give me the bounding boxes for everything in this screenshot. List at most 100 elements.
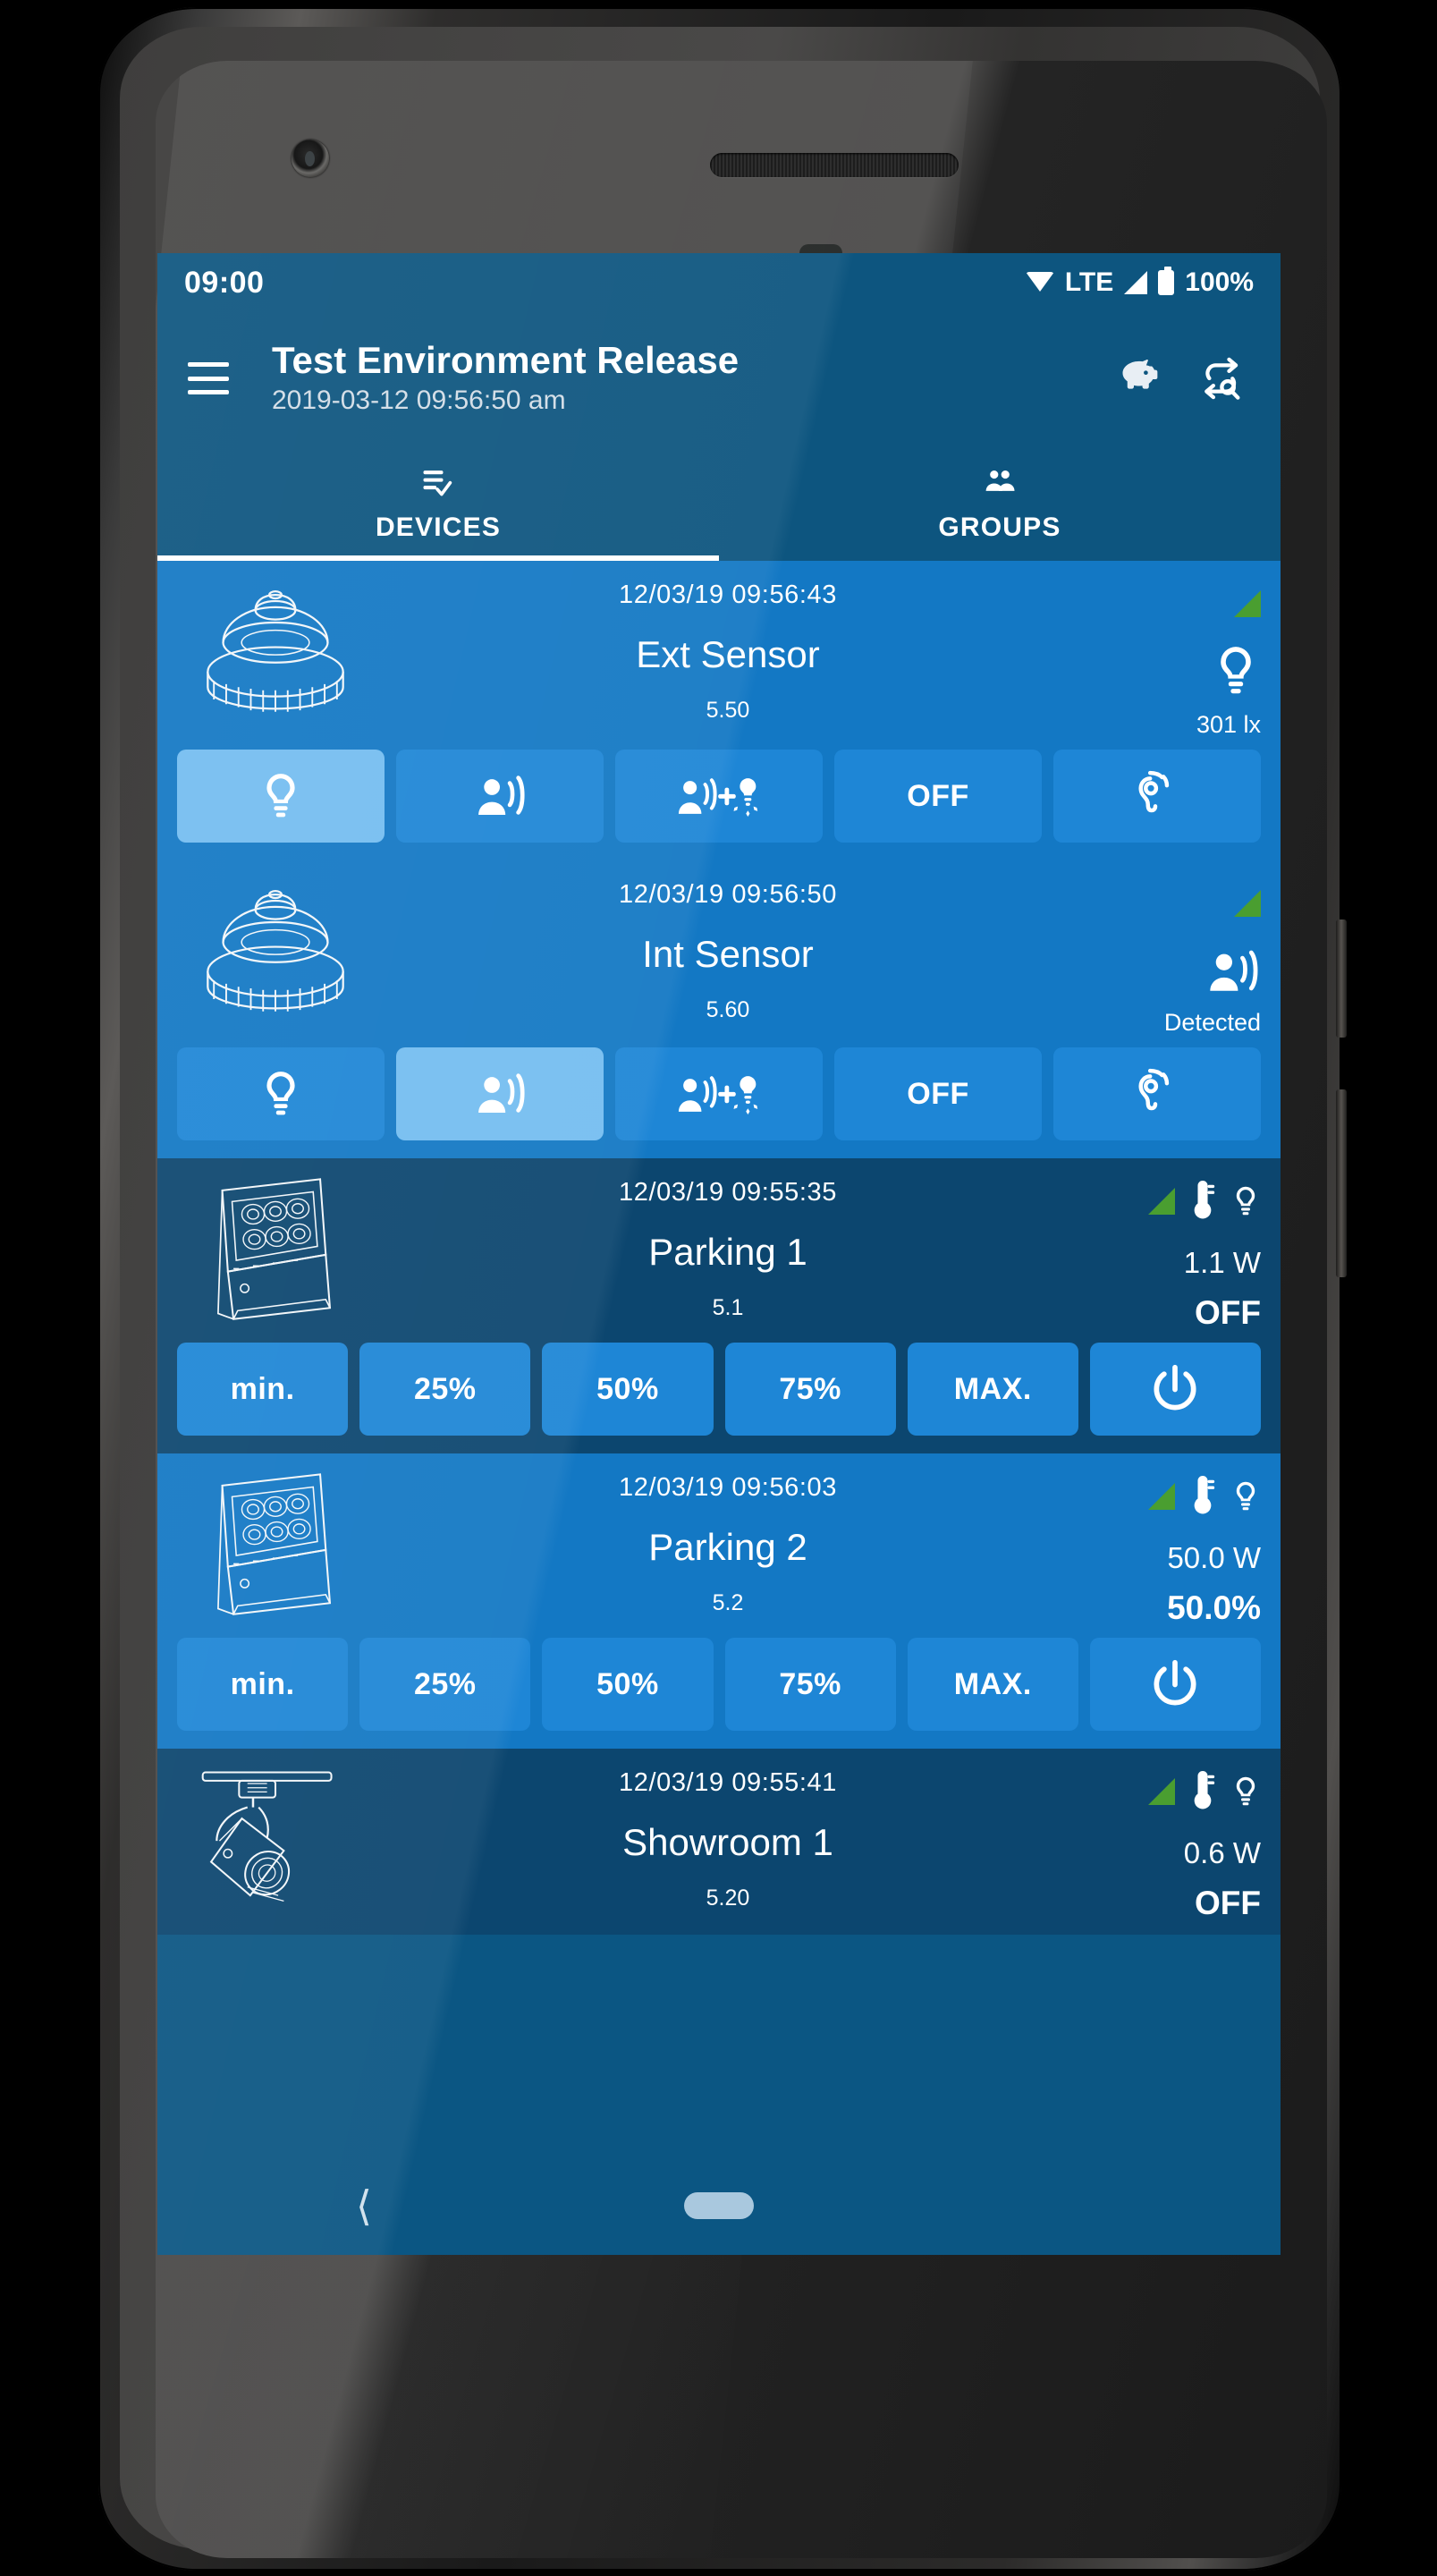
dimmer-buttons: min. 25% 50% 75% MAX. (157, 1332, 1281, 1441)
status-icons (1148, 1765, 1261, 1818)
mode-motion-button[interactable] (396, 750, 604, 843)
dim-75-button[interactable]: 75% (724, 1343, 896, 1436)
motion-detect-icon (478, 775, 525, 816)
power-value: 1.1 W (1183, 1246, 1261, 1279)
system-navigation-bar: ⟨ (157, 2157, 1281, 2255)
power-value: 0.6 W (1183, 1836, 1261, 1869)
app-bar: Test Environment Release 2019-03-12 09:5… (157, 312, 1281, 445)
dim-50-button[interactable]: 50% (542, 1343, 714, 1436)
device-timestamp: 12/03/19 09:55:35 (618, 1178, 838, 1207)
dimmer-buttons: min. 25% 50% 75% MAX. (157, 1627, 1281, 1736)
device-name: Showroom 1 (622, 1821, 833, 1863)
dim-max-button[interactable]: MAX. (907, 1638, 1078, 1731)
wifi-icon (1025, 272, 1054, 293)
dim-max-label: MAX. (953, 1371, 1032, 1406)
dim-min-button[interactable]: min. (177, 1343, 349, 1436)
network-type-label: LTE (1064, 267, 1114, 297)
device-list: 12/03/19 09:56:43 Ext Sensor 5.50 301 lx (157, 561, 1281, 1935)
dim-25-button[interactable]: 25% (359, 1638, 531, 1731)
battery-icon (1158, 267, 1175, 295)
device-card-parking-2[interactable]: 12/03/19 09:56:03 Parking 2 5.2 50.0 W 5… (157, 1453, 1281, 1749)
signal-bars-icon (1148, 1778, 1175, 1805)
tab-groups[interactable]: GROUPS (719, 445, 1281, 561)
lightbulb-icon (1221, 647, 1251, 694)
tab-bar: DEVICES GROUPS (157, 445, 1281, 561)
motion-plus-light-icon (678, 778, 758, 817)
power-button[interactable] (1336, 919, 1347, 1038)
level-value: OFF (1195, 1885, 1261, 1921)
sensor-reading: Detected (1163, 1009, 1261, 1036)
card-header: 12/03/19 09:55:35 Parking 1 5.1 1.1 W OF… (157, 1158, 1281, 1332)
refresh-search-icon[interactable] (1191, 349, 1250, 408)
mode-light-button[interactable] (177, 750, 385, 843)
power-icon (1154, 1364, 1196, 1411)
listen-ear-icon (1138, 770, 1170, 813)
status-icons (1148, 1174, 1261, 1228)
dim-50-button[interactable]: 50% (542, 1638, 714, 1731)
status-time: 09:00 (184, 265, 265, 300)
card-status: 1.1 W OFF (1082, 1171, 1261, 1332)
device-address: 5.50 (706, 698, 750, 723)
hamburger-menu-icon[interactable] (188, 362, 229, 394)
motion-detect-icon (1210, 950, 1258, 991)
device-address: 5.1 (712, 1295, 744, 1320)
device-address: 5.2 (712, 1590, 744, 1615)
card-info: 12/03/19 09:56:03 Parking 2 5.2 (374, 1466, 1082, 1616)
dim-75-label: 75% (779, 1666, 841, 1701)
card-status: 50.0 W 50.0% (1082, 1466, 1261, 1627)
device-card-parking-1[interactable]: 12/03/19 09:55:35 Parking 1 5.1 1.1 W OF… (157, 1158, 1281, 1453)
tab-devices[interactable]: DEVICES (157, 445, 719, 561)
mode-light-button[interactable] (177, 1047, 385, 1140)
home-pill-icon[interactable] (684, 2192, 754, 2219)
status-icons (1234, 877, 1261, 930)
level-value: 50.0% (1167, 1589, 1261, 1626)
app-bar-titles: Test Environment Release 2019-03-12 09:5… (272, 339, 1086, 418)
volume-button[interactable] (1336, 1089, 1347, 1277)
card-status: Detected (1082, 873, 1261, 1037)
earpiece-speaker-icon (710, 153, 959, 177)
device-name: Int Sensor (642, 933, 814, 975)
device-card-int-sensor[interactable]: 12/03/19 09:56:50 Int Sensor 5.60 Detect… (157, 860, 1281, 1158)
device-timestamp: 12/03/19 09:56:03 (618, 1473, 838, 1502)
device-card-ext-sensor[interactable]: 12/03/19 09:56:43 Ext Sensor 5.50 301 lx (157, 561, 1281, 860)
mode-off-button[interactable]: OFF (834, 1047, 1042, 1140)
device-address: 5.20 (706, 1885, 750, 1911)
card-header: 12/03/19 09:55:41 Showroom 1 5.20 0.6 W … (157, 1749, 1281, 1922)
lightbulb-icon (266, 774, 295, 818)
card-header: 12/03/19 09:56:43 Ext Sensor 5.50 301 lx (157, 561, 1281, 739)
device-card-showroom-1[interactable]: 12/03/19 09:55:41 Showroom 1 5.20 0.6 W … (157, 1749, 1281, 1935)
signal-icon (1124, 271, 1148, 294)
power-toggle-button[interactable] (1089, 1343, 1262, 1436)
list-check-icon (423, 470, 452, 496)
motion-detect-icon (478, 1073, 525, 1114)
mode-listen-button[interactable] (1053, 750, 1261, 843)
dim-25-label: 25% (413, 1371, 477, 1406)
power-toggle-button[interactable] (1089, 1638, 1262, 1731)
motion-plus-light-icon (678, 1076, 758, 1114)
back-chevron-icon[interactable]: ⟨ (356, 2185, 372, 2226)
card-status: 301 lx (1082, 573, 1261, 739)
dim-25-button[interactable]: 25% (359, 1343, 531, 1436)
mode-listen-button[interactable] (1053, 1047, 1261, 1140)
sensor-dome-icon (177, 573, 374, 727)
mode-off-button[interactable]: OFF (834, 750, 1042, 843)
status-icons (1234, 577, 1261, 631)
status-indicators: LTE 100% (1025, 267, 1254, 298)
dim-min-button[interactable]: min. (177, 1638, 349, 1731)
piggy-bank-icon[interactable] (1109, 349, 1168, 408)
dim-max-button[interactable]: MAX. (907, 1343, 1078, 1436)
page-title: Test Environment Release (272, 339, 740, 382)
card-info: 12/03/19 09:55:41 Showroom 1 5.20 (374, 1761, 1082, 1911)
signal-bars-icon (1148, 1483, 1175, 1510)
lightbulb-icon (266, 1072, 295, 1115)
device-timestamp: 12/03/19 09:56:50 (618, 880, 838, 909)
mode-motion-button[interactable] (396, 1047, 604, 1140)
dim-75-button[interactable]: 75% (724, 1638, 896, 1731)
thermometer-icon (1194, 1181, 1215, 1219)
mode-motion-light-button[interactable] (615, 750, 823, 843)
mode-off-label: OFF (907, 1076, 969, 1111)
mode-motion-light-button[interactable] (615, 1047, 823, 1140)
track-spotlight-icon (177, 1761, 374, 1915)
app-screen: 09:00 LTE 100% Test Environment Release … (157, 253, 1281, 2255)
signal-bars-icon (1148, 1188, 1175, 1215)
